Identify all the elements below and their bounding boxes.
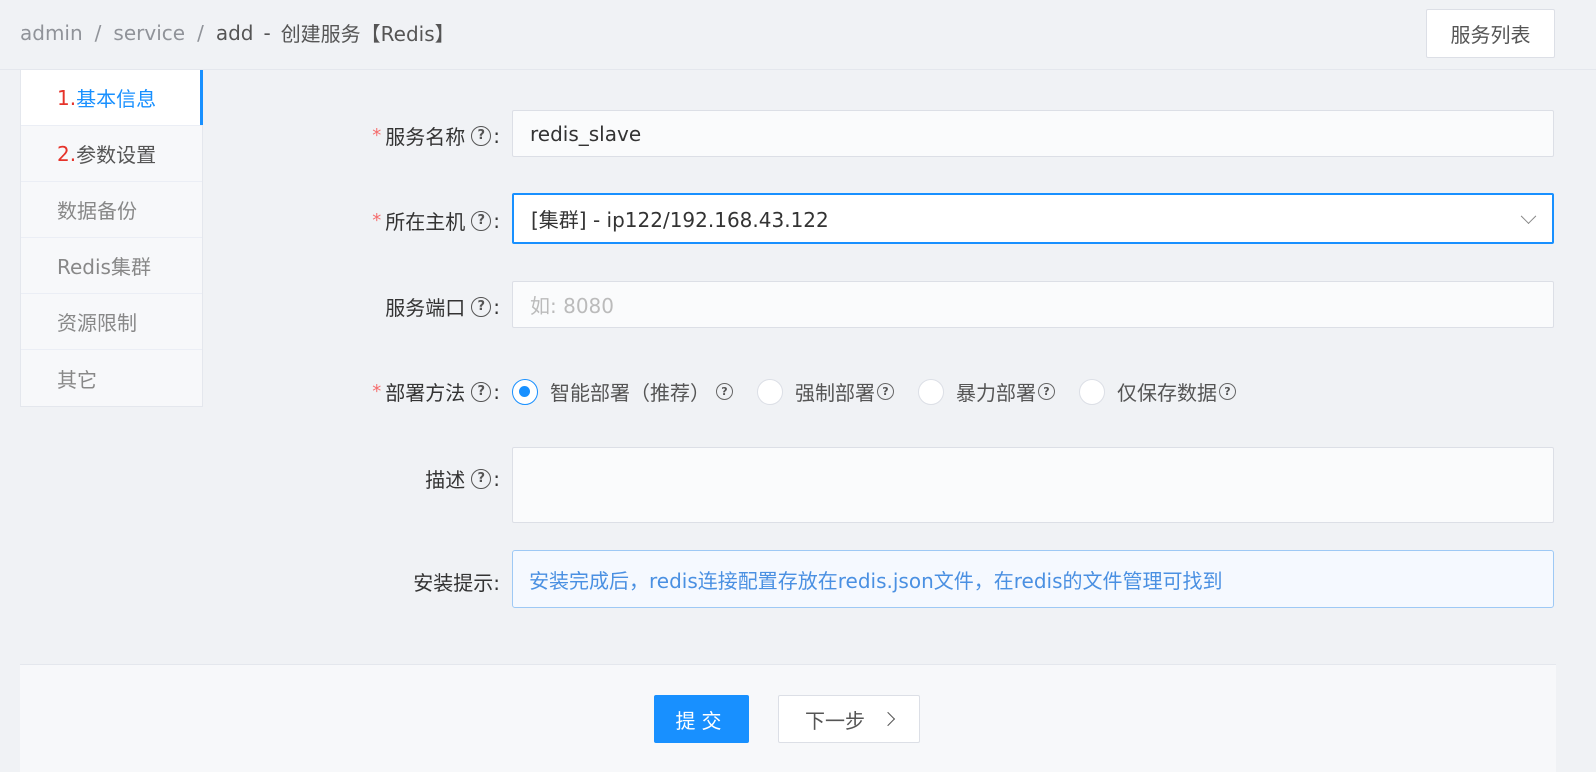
port-row: 服务端口 ? : 如: 8080 bbox=[220, 281, 1556, 328]
help-icon[interactable]: ? bbox=[471, 210, 492, 231]
label-text: 服务名称 bbox=[385, 125, 466, 149]
label-text: 部署方法 bbox=[385, 381, 466, 405]
chevron-right-icon bbox=[880, 711, 896, 727]
label-colon: : bbox=[493, 123, 500, 148]
chevron-down-icon bbox=[1520, 207, 1537, 224]
install-hint-label: 安装提示: bbox=[220, 567, 500, 596]
page-title: 创建服务【Redis】 bbox=[280, 22, 455, 46]
label-text: 服务端口 bbox=[385, 296, 466, 320]
help-icon[interactable]: ? bbox=[716, 383, 733, 400]
radio-unchecked-icon[interactable] bbox=[918, 378, 944, 405]
description-label: 描述 ? : bbox=[220, 464, 500, 493]
deploy-row: * 部署方法 ? : 智能部署（推荐） ? 强制部署 ? 暴力部署 ? 仅保存数… bbox=[220, 374, 1556, 408]
radio-unchecked-icon[interactable] bbox=[757, 378, 783, 405]
description-textarea[interactable] bbox=[512, 447, 1554, 523]
radio-smart-deploy[interactable]: 智能部署（推荐） ? bbox=[512, 377, 733, 406]
radio-save-data-only[interactable]: 仅保存数据 ? bbox=[1079, 377, 1236, 406]
breadcrumb-dash: - bbox=[263, 20, 271, 45]
deploy-radio-group: 智能部署（推荐） ? 强制部署 ? 暴力部署 ? 仅保存数据 ? bbox=[512, 377, 1260, 406]
next-step-label: 下一步 bbox=[805, 708, 865, 733]
service-name-label: * 服务名称 ? : bbox=[220, 121, 500, 150]
required-mark: * bbox=[372, 125, 382, 146]
top-bar: admin / service / add - 创建服务【Redis】 服务列表 bbox=[0, 0, 1596, 70]
step-number: 1. bbox=[57, 85, 77, 110]
step-number: 2. bbox=[57, 141, 77, 166]
label-colon: : bbox=[493, 379, 500, 404]
radio-label: 仅保存数据 bbox=[1117, 381, 1217, 405]
radio-force-deploy[interactable]: 强制部署 ? bbox=[757, 377, 894, 406]
label-text: 描述 bbox=[425, 468, 466, 492]
breadcrumb-admin[interactable]: admin bbox=[20, 21, 83, 45]
breadcrumb: admin / service / add - 创建服务【Redis】 bbox=[20, 18, 455, 47]
label-text: 安装提示: bbox=[413, 571, 500, 595]
radio-label: 暴力部署 bbox=[956, 381, 1036, 405]
sidebar-item-other[interactable]: 其它 bbox=[21, 350, 202, 406]
install-hint-text: 安装完成后，redis连接配置存放在redis.json文件，在redis的文件… bbox=[529, 568, 1223, 593]
label-colon: : bbox=[493, 466, 500, 491]
sidebar-item-label: 资源限制 bbox=[57, 311, 137, 335]
sidebar-item-backup[interactable]: 数据备份 bbox=[21, 182, 202, 238]
description-row: 描述 ? : bbox=[220, 447, 1556, 523]
sidebar-item-params[interactable]: 2. 参数设置 bbox=[21, 126, 202, 182]
sidebar-item-basic-info[interactable]: 1. 基本信息 bbox=[21, 70, 203, 126]
label-text: 所在主机 bbox=[385, 210, 466, 234]
sidebar-item-label: 其它 bbox=[57, 367, 97, 392]
service-name-row: * 服务名称 ? : redis_slave bbox=[220, 110, 1556, 157]
host-row: * 所在主机 ? : [集群] - ip122/192.168.43.122 bbox=[220, 193, 1556, 244]
service-name-value: redis_slave bbox=[530, 121, 642, 146]
sidebar-item-label: 基本信息 bbox=[76, 87, 157, 111]
help-icon[interactable]: ? bbox=[1219, 383, 1236, 400]
help-icon[interactable]: ? bbox=[877, 383, 894, 400]
help-icon[interactable]: ? bbox=[471, 125, 492, 146]
breadcrumb-add: add bbox=[215, 20, 254, 45]
sidebar-item-redis-cluster[interactable]: Redis集群 bbox=[21, 238, 202, 294]
breadcrumb-separator: / bbox=[94, 20, 102, 45]
radio-checked-icon[interactable] bbox=[512, 378, 538, 405]
port-label: 服务端口 ? : bbox=[220, 292, 500, 321]
help-icon[interactable]: ? bbox=[471, 468, 492, 489]
required-mark: * bbox=[372, 210, 382, 231]
required-mark: * bbox=[372, 381, 382, 402]
sidebar-item-resource-limit[interactable]: 资源限制 bbox=[21, 294, 202, 350]
install-hint-box: 安装完成后，redis连接配置存放在redis.json文件，在redis的文件… bbox=[512, 550, 1554, 608]
help-icon[interactable]: ? bbox=[471, 296, 492, 317]
label-colon: : bbox=[493, 294, 500, 319]
port-input[interactable]: 如: 8080 bbox=[512, 281, 1554, 328]
install-hint-row: 安装提示: 安装完成后，redis连接配置存放在redis.json文件，在re… bbox=[220, 550, 1556, 608]
help-icon[interactable]: ? bbox=[1038, 383, 1055, 400]
radio-unchecked-icon[interactable] bbox=[1079, 378, 1105, 405]
deploy-label: * 部署方法 ? : bbox=[220, 377, 500, 406]
breadcrumb-separator: / bbox=[197, 20, 204, 45]
next-step-button[interactable]: 下一步 bbox=[778, 695, 920, 743]
host-select-value: [集群] - ip122/192.168.43.122 bbox=[531, 208, 829, 232]
port-placeholder: 如: 8080 bbox=[530, 294, 614, 318]
step-sidebar: 1. 基本信息 2. 参数设置 数据备份 Redis集群 资源限制 其它 bbox=[20, 70, 203, 407]
sidebar-item-label: 参数设置 bbox=[76, 143, 157, 167]
host-select[interactable]: [集群] - ip122/192.168.43.122 bbox=[512, 193, 1554, 244]
sidebar-item-label: Redis集群 bbox=[57, 255, 151, 279]
sidebar-item-label: 数据备份 bbox=[57, 199, 137, 223]
radio-label: 强制部署 bbox=[795, 381, 875, 405]
breadcrumb-service[interactable]: service bbox=[113, 21, 185, 45]
help-icon[interactable]: ? bbox=[471, 381, 492, 402]
radio-brute-deploy[interactable]: 暴力部署 ? bbox=[918, 377, 1055, 406]
service-list-button[interactable]: 服务列表 bbox=[1426, 9, 1555, 58]
label-colon: : bbox=[493, 208, 500, 233]
form-footer: 提交 下一步 bbox=[20, 664, 1556, 772]
radio-label: 智能部署（推荐） bbox=[550, 381, 710, 405]
service-name-input[interactable]: redis_slave bbox=[512, 110, 1554, 157]
submit-button[interactable]: 提交 bbox=[654, 695, 749, 743]
host-label: * 所在主机 ? : bbox=[220, 206, 500, 235]
